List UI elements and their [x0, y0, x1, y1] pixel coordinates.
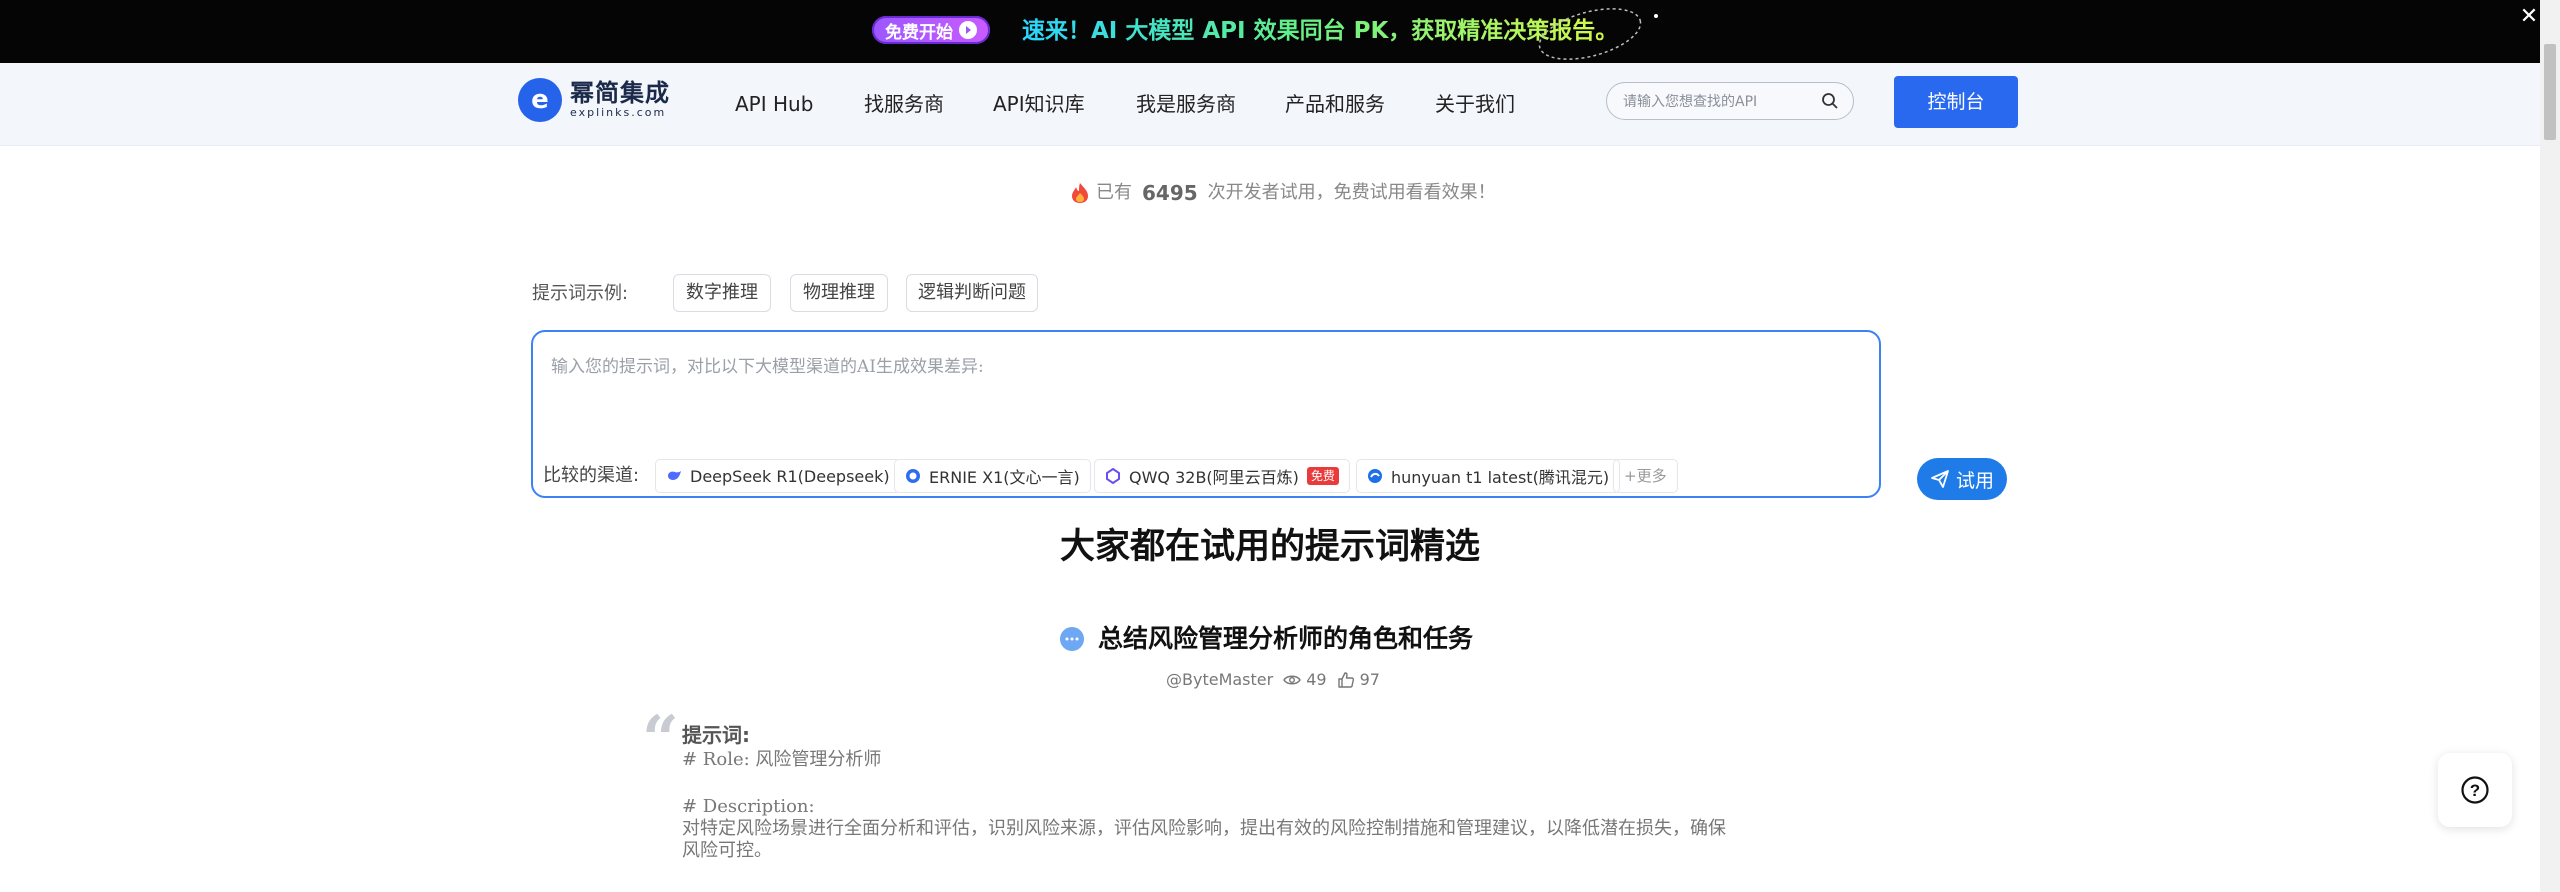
sparkle-swirl-icon [1538, 8, 1658, 60]
trial-count-line: 已有 6495 次开发者试用，免费试用看看效果！ [1070, 178, 1496, 208]
help-label: ? [2470, 781, 2480, 800]
section-title: 大家都在试用的提示词精选 [1059, 527, 1480, 567]
nav-i-am-provider[interactable]: 我是服务商 [1136, 89, 1236, 119]
prompt-line: # Role: 风险管理分析师 [682, 749, 882, 770]
author[interactable]: @ByteMaster [1166, 670, 1273, 689]
close-icon[interactable]: ✕ [2518, 6, 2540, 28]
trial-count: 6495 [1142, 181, 1198, 205]
prompt-line: # Description: [682, 796, 815, 817]
prompt-line: 对特定风险场景进行全面分析和评估，识别风险来源，评估风险影响，提出有效的风险控制… [682, 818, 1726, 839]
logo-mark-icon: e [518, 78, 562, 122]
prompt-panel: 比较的渠道: DeepSeek R1(Deepseek) ERNIE X1(文心… [531, 330, 1881, 498]
help-button[interactable]: ? [2438, 753, 2512, 827]
prompt-line: 风险可控。 [682, 840, 772, 861]
page-scrollbar[interactable] [2540, 0, 2560, 892]
more-channels-button[interactable]: +更多 [1613, 459, 1678, 493]
console-button[interactable]: 控制台 [1894, 76, 2018, 128]
ernie-icon [905, 468, 921, 484]
example-chip[interactable]: 物理推理 [790, 274, 888, 312]
example-chip[interactable]: 数字推理 [673, 274, 771, 312]
channel-ernie[interactable]: ERNIE X1(文心一言) [894, 459, 1091, 493]
channels-label: 比较的渠道: [543, 465, 640, 486]
eye-icon [1283, 675, 1302, 684]
trial-prefix: 已有 [1096, 182, 1132, 203]
nav-about-us[interactable]: 关于我们 [1435, 89, 1515, 119]
channel-deepseek[interactable]: DeepSeek R1(Deepseek) [655, 459, 901, 493]
prompt-input[interactable] [549, 350, 1853, 434]
nav-find-provider[interactable]: 找服务商 [864, 89, 944, 119]
channel-hunyuan[interactable]: hunyuan t1 latest(腾讯混元) [1356, 459, 1621, 493]
view-count: 49 [1306, 670, 1327, 689]
logo-name: 幂简集成 [570, 79, 670, 107]
scrollbar-thumb[interactable] [2544, 44, 2556, 140]
deepseek-icon [666, 468, 682, 484]
fire-icon [1072, 183, 1088, 203]
free-badge: 免费 [1306, 467, 1339, 485]
quote-icon: “ [642, 702, 679, 777]
promo-start-button[interactable]: 免费开始 [872, 16, 990, 44]
chat-bubble-icon [1060, 627, 1084, 651]
prompt-card-title[interactable]: 总结风险管理分析师的角色和任务 [1098, 622, 1473, 656]
channel-label: DeepSeek R1(Deepseek) [690, 466, 890, 486]
thumbs-up-icon[interactable] [1337, 671, 1355, 689]
example-chip[interactable]: 逻辑判断问题 [906, 274, 1038, 312]
search-icon[interactable] [1821, 92, 1839, 110]
channel-label: hunyuan t1 latest(腾讯混元) [1391, 468, 1610, 487]
logo-domain: explinks.com [570, 106, 667, 119]
hunyuan-icon [1367, 468, 1383, 484]
prompt-card-meta: @ByteMaster 49 97 [1166, 670, 1380, 689]
help-icon: ? [2461, 776, 2489, 804]
search-input[interactable] [1621, 89, 1815, 115]
channel-qwq[interactable]: QWQ 32B(阿里云百炼) 免费 [1094, 459, 1350, 493]
nav-products-services[interactable]: 产品和服务 [1285, 89, 1385, 119]
trial-suffix: 次开发者试用，免费试用看看效果！ [1207, 182, 1496, 203]
prompt-card-header: 总结风险管理分析师的角色和任务 [1060, 622, 1473, 656]
like-count: 97 [1359, 670, 1380, 689]
api-search[interactable] [1606, 82, 1854, 120]
send-icon [1931, 470, 1949, 488]
promo-banner: 免费开始 速来！AI 大模型 API 效果同台 PK，获取精准决策报告。 ✕ [0, 0, 2560, 63]
promo-text[interactable]: 速来！AI 大模型 API 效果同台 PK，获取精准决策报告。 [1022, 15, 1618, 47]
site-logo[interactable]: e 幂简集成 explinks.com [518, 78, 670, 122]
channel-label: QWQ 32B(阿里云百炼) [1129, 468, 1299, 487]
qwen-icon [1105, 468, 1121, 484]
play-icon [959, 21, 977, 39]
channel-label: ERNIE X1(文心一言) [929, 468, 1080, 487]
promo-badge-label: 免费开始 [885, 22, 953, 43]
site-header: e 幂简集成 explinks.com API Hub 找服务商 API知识库 … [0, 63, 2540, 146]
nav-api-hub[interactable]: API Hub [735, 89, 813, 119]
prompt-heading: 提示词: [682, 723, 750, 747]
nav-api-knowledge[interactable]: API知识库 [993, 89, 1085, 119]
try-button[interactable]: 试用 [1917, 458, 2007, 500]
examples-label: 提示词示例: [532, 283, 629, 304]
try-label: 试用 [1955, 469, 1994, 492]
